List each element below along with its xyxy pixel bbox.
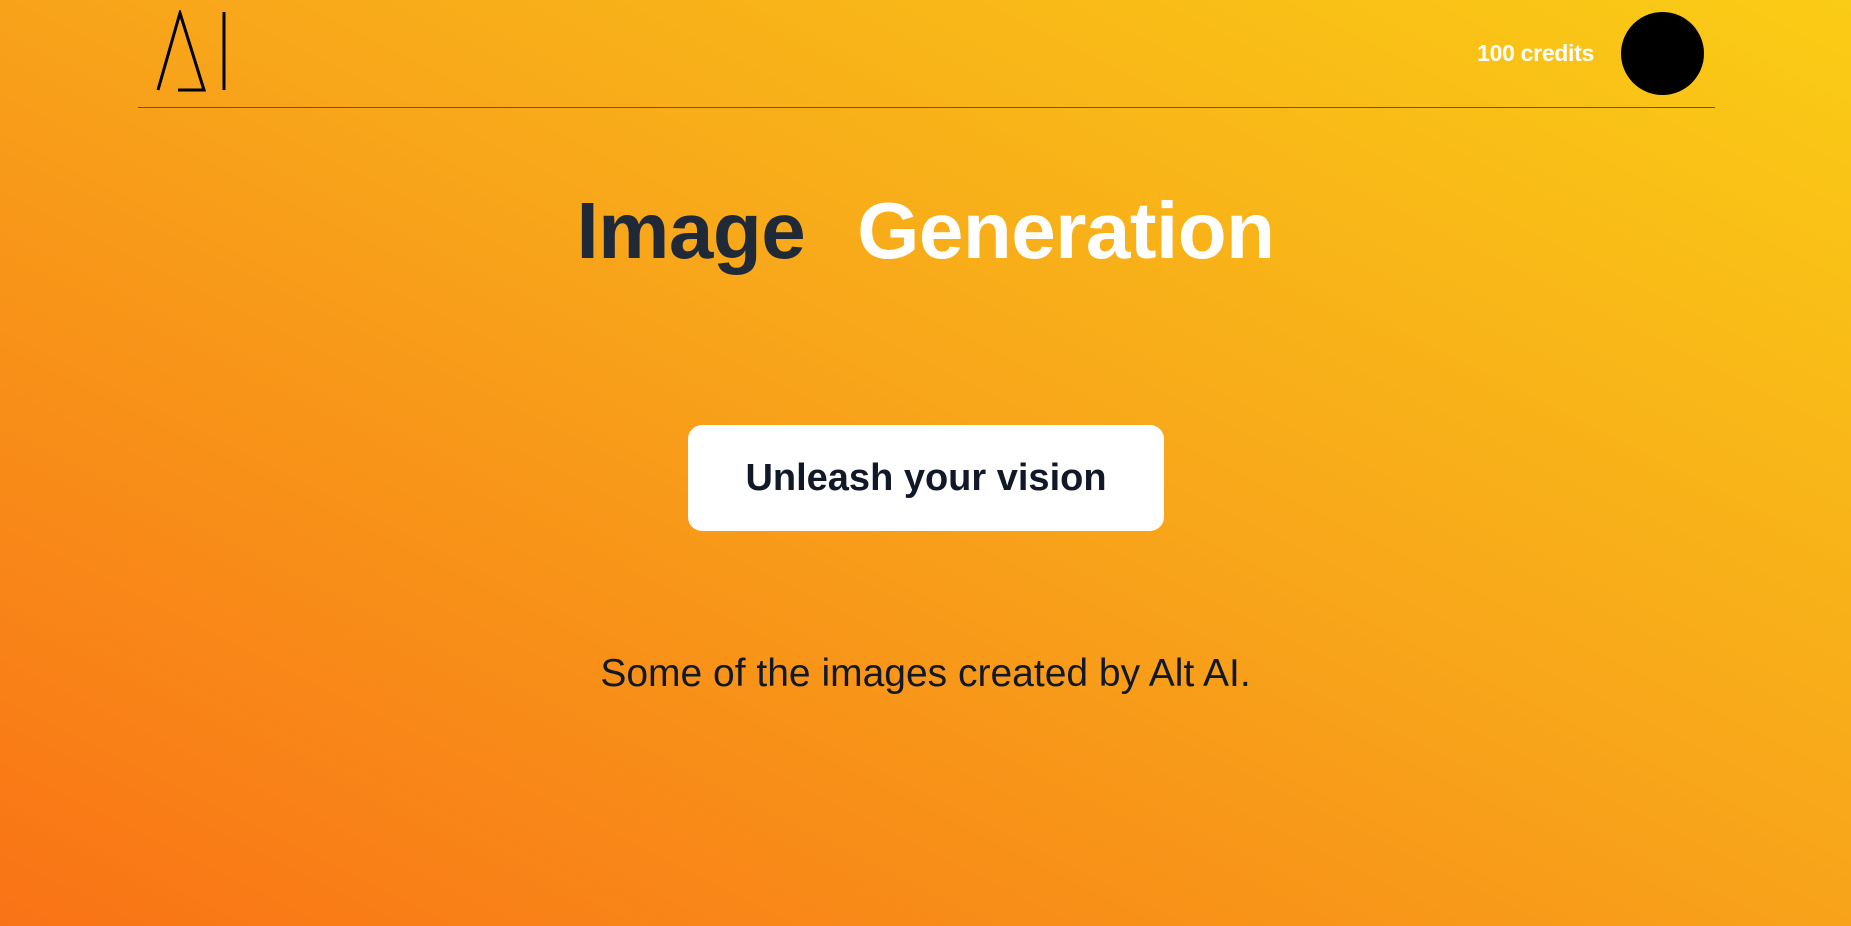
gallery-caption: Some of the images created by Alt AI.: [600, 652, 1251, 695]
alt-ai-logo-icon[interactable]: [156, 10, 228, 96]
title-word-image: Image: [576, 186, 806, 275]
top-header: 100 credits: [138, 0, 1715, 108]
unleash-vision-button[interactable]: Unleash your vision: [688, 425, 1164, 531]
title-word-generation: Generation: [857, 186, 1275, 275]
user-avatar-icon[interactable]: [1621, 12, 1704, 95]
credits-counter: 100 credits: [1477, 40, 1594, 66]
page-title: Image Generation: [0, 183, 1851, 279]
